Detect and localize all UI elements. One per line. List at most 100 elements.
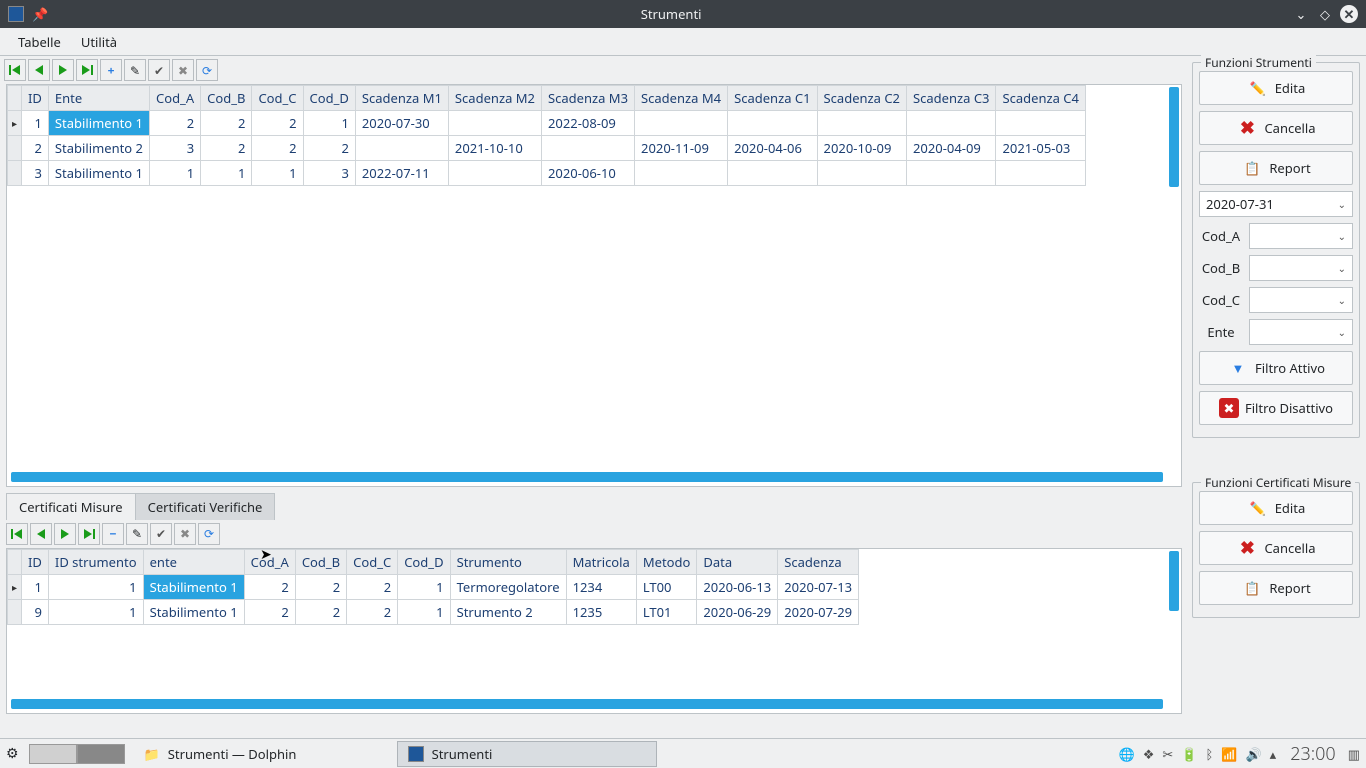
volume-icon[interactable]: 🔊 xyxy=(1245,745,1261,763)
confirm-button-2[interactable]: ✔ xyxy=(150,523,172,545)
cancel-button[interactable]: ✖ xyxy=(172,59,194,81)
folder-icon: 📁 xyxy=(144,745,160,763)
bottom-vscroll[interactable] xyxy=(1169,551,1179,611)
nav-prev-button-2[interactable] xyxy=(30,523,52,545)
bcol-ca[interactable]: Cod_A xyxy=(244,549,295,574)
edita-button[interactable]: ✏️Edita xyxy=(1199,71,1353,105)
pencil-icon: ✏️ xyxy=(1247,497,1269,519)
cancel-button-2[interactable]: ✖ xyxy=(174,523,196,545)
refresh-button-2[interactable]: ⟳ xyxy=(198,523,220,545)
bcol-cb[interactable]: Cod_B xyxy=(295,549,346,574)
app-icon xyxy=(408,746,424,762)
col-m3[interactable]: Scadenza M3 xyxy=(541,86,634,111)
report-icon: 📋 xyxy=(1241,577,1263,599)
bottom-table[interactable]: ID ID strumento ente Cod_A Cod_B Cod_C C… xyxy=(6,548,1182,714)
app-icon xyxy=(8,6,24,22)
edit-button-2[interactable]: ✎ xyxy=(126,523,148,545)
show-desktop-icon[interactable]: ▥ xyxy=(1348,745,1360,763)
table-row[interactable]: 91Stabilimento 1 2221 Strumento 21235LT0… xyxy=(8,599,859,624)
filtro-attivo-button[interactable]: ▼Filtro Attivo xyxy=(1199,351,1353,385)
combo-cod-a[interactable]: ⌄ xyxy=(1249,223,1353,249)
nav-prev-button[interactable] xyxy=(28,59,50,81)
table-row[interactable]: 11Stabilimento 1 2221 Termoregolatore123… xyxy=(8,574,859,599)
edita-button-2[interactable]: ✏️Edita xyxy=(1199,491,1353,525)
col-codc[interactable]: Cod_C xyxy=(252,86,303,111)
filtro-disattivo-button[interactable]: ✖Filtro Disattivo xyxy=(1199,391,1353,425)
bcol-met[interactable]: Metodo xyxy=(636,549,697,574)
col-coda[interactable]: Cod_A xyxy=(149,86,200,111)
bcol-cd[interactable]: Cod_D xyxy=(398,549,450,574)
task-strumenti[interactable]: Strumenti xyxy=(397,741,657,767)
report-button[interactable]: 📋Report xyxy=(1199,151,1353,185)
combo-ente[interactable]: ⌄ xyxy=(1249,319,1353,345)
refresh-button[interactable]: ⟳ xyxy=(196,59,218,81)
date-filter[interactable]: 2020-07-31⌄ xyxy=(1199,191,1353,217)
cancella-button-2[interactable]: ✖Cancella xyxy=(1199,531,1353,565)
col-c4[interactable]: Scadenza C4 xyxy=(996,86,1085,111)
bcol-data[interactable]: Data xyxy=(697,549,778,574)
wifi-icon[interactable]: 📶 xyxy=(1221,745,1237,763)
tray-icon[interactable]: ❖ xyxy=(1143,745,1155,763)
col-codd[interactable]: Cod_D xyxy=(303,86,355,111)
tray-icon[interactable]: 🌐 xyxy=(1119,745,1135,763)
bcol-scad[interactable]: Scadenza xyxy=(778,549,859,574)
bcol-strum[interactable]: Strumento xyxy=(450,549,566,574)
combo-cod-b[interactable]: ⌄ xyxy=(1249,255,1353,281)
remove-button[interactable]: − xyxy=(102,523,124,545)
tray-icon[interactable]: ✂ xyxy=(1162,745,1173,763)
nav-next-button[interactable] xyxy=(52,59,74,81)
add-button[interactable]: + xyxy=(100,59,122,81)
kde-menu-icon[interactable]: ⚙ xyxy=(6,744,19,763)
col-c1[interactable]: Scadenza C1 xyxy=(728,86,817,111)
top-hscroll[interactable] xyxy=(11,472,1163,482)
bcol-matr[interactable]: Matricola xyxy=(566,549,636,574)
col-m2[interactable]: Scadenza M2 xyxy=(448,86,541,111)
tab-certificati-misure[interactable]: Certificati Misure xyxy=(6,493,136,520)
top-table[interactable]: ID Ente Cod_A Cod_B Cod_C Cod_D Scadenza… xyxy=(6,84,1182,487)
menu-tabelle[interactable]: Tabelle xyxy=(8,29,71,55)
col-ente[interactable]: Ente xyxy=(48,86,149,111)
bottom-hscroll[interactable] xyxy=(11,699,1163,709)
pin-icon[interactable]: 📌 xyxy=(32,5,48,23)
combo-cod-c[interactable]: ⌄ xyxy=(1249,287,1353,313)
nav-last-button-2[interactable] xyxy=(78,523,100,545)
tray-expand-icon[interactable]: ▴ xyxy=(1270,745,1277,763)
chevron-down-icon: ⌄ xyxy=(1338,261,1346,275)
nav-first-button-2[interactable] xyxy=(6,523,28,545)
tab-certificati-verifiche[interactable]: Certificati Verifiche xyxy=(135,493,276,520)
bluetooth-icon[interactable]: ᛒ xyxy=(1205,745,1213,763)
report-button-2[interactable]: 📋Report xyxy=(1199,571,1353,605)
top-vscroll[interactable] xyxy=(1169,87,1179,187)
minimize-button[interactable]: ⌄ xyxy=(1292,5,1310,23)
col-id[interactable]: ID xyxy=(22,86,49,111)
menu-utilita[interactable]: Utilità xyxy=(71,29,127,55)
virtual-desktops[interactable] xyxy=(29,744,125,764)
col-c2[interactable]: Scadenza C2 xyxy=(817,86,906,111)
desktop-1[interactable] xyxy=(29,744,77,764)
desktop-2[interactable] xyxy=(77,744,125,764)
bcol-id[interactable]: ID xyxy=(22,549,49,574)
battery-icon[interactable]: 🔋 xyxy=(1181,745,1197,763)
clock[interactable]: 23:00 xyxy=(1290,742,1336,766)
col-m1[interactable]: Scadenza M1 xyxy=(355,86,448,111)
edit-button[interactable]: ✎ xyxy=(124,59,146,81)
col-m4[interactable]: Scadenza M4 xyxy=(635,86,728,111)
task-dolphin[interactable]: 📁Strumenti — Dolphin xyxy=(133,741,393,767)
maximize-button[interactable]: ◇ xyxy=(1316,5,1334,23)
nav-next-button-2[interactable] xyxy=(54,523,76,545)
cancella-button[interactable]: ✖Cancella xyxy=(1199,111,1353,145)
group-funzioni-certificati: Funzioni Certificati Misure ✏️Edita ✖Can… xyxy=(1192,482,1360,618)
table-row[interactable]: 3Stabilimento 1 1113 2022-07-112020-06-1… xyxy=(8,161,1086,186)
nav-last-button[interactable] xyxy=(76,59,98,81)
col-c3[interactable]: Scadenza C3 xyxy=(907,86,996,111)
lbl-ente: Ente xyxy=(1199,323,1243,341)
table-row[interactable]: 2Stabilimento 2 3222 2021-10-102020-11-0… xyxy=(8,136,1086,161)
confirm-button[interactable]: ✔ xyxy=(148,59,170,81)
close-button[interactable]: ✕ xyxy=(1340,5,1358,23)
table-row[interactable]: 1Stabilimento 1 2221 2020-07-302022-08-0… xyxy=(8,111,1086,136)
bcol-cc[interactable]: Cod_C xyxy=(347,549,398,574)
col-codb[interactable]: Cod_B xyxy=(201,86,252,111)
nav-first-button[interactable] xyxy=(4,59,26,81)
bcol-ente[interactable]: ente xyxy=(143,549,244,574)
bcol-idstr[interactable]: ID strumento xyxy=(48,549,143,574)
